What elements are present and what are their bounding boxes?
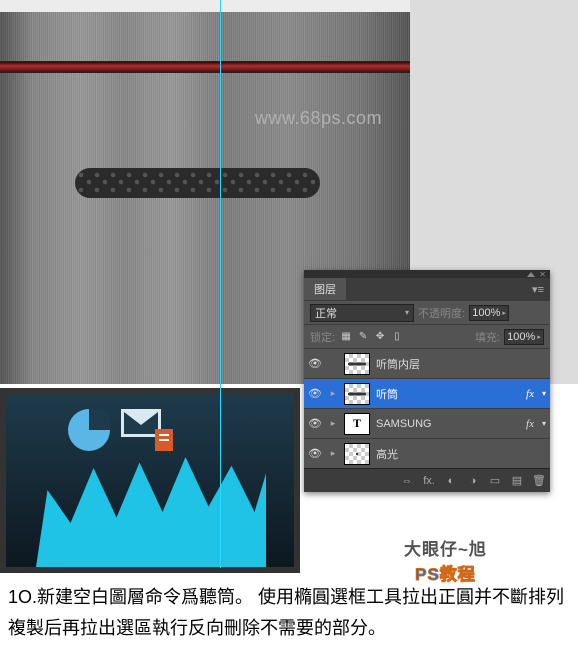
layer-name-label: 高光	[376, 446, 546, 462]
tab-layers-label: 图层	[314, 281, 336, 297]
expand-icon[interactable]: ▸	[328, 448, 338, 459]
layer-row-samsung[interactable]: 👁 ▸ T SAMSUNG fx ▾	[304, 408, 550, 438]
layer-thumbnail[interactable]	[344, 383, 370, 405]
fx-badge[interactable]: fx	[526, 418, 536, 430]
tutorial-step-text: 1O.新建空白圖層命令爲聽筒。 使用橢圓選框工具拉出正圓并不斷排列複製后再拉出選…	[8, 582, 570, 643]
chevron-down-icon: ▾	[405, 308, 409, 317]
chevron-down-icon[interactable]: ▾	[542, 389, 546, 398]
reference-photo	[0, 388, 300, 573]
fill-input[interactable]: 100% ▸	[504, 329, 544, 345]
layer-name-label: 听筒	[376, 386, 520, 402]
brand-line1: 大眼仔~旭	[404, 535, 487, 560]
visibility-icon[interactable]: 👁	[308, 387, 322, 400]
red-accent-bar	[0, 62, 410, 72]
fx-menu-icon[interactable]: fx.	[422, 475, 436, 487]
trash-icon[interactable]: 🗑	[532, 474, 546, 487]
link-icon[interactable]: ⇔	[400, 475, 414, 487]
step-body: 新建空白圖層命令爲聽筒。 使用橢圓選框工具拉出正圓并不斷排列複製后再拉出選區執行…	[8, 587, 564, 638]
expand-icon[interactable]: ▸	[328, 388, 338, 399]
visibility-icon[interactable]: 👁	[308, 417, 322, 430]
layer-list: 👁 听筒内层 👁 ▸ 听筒 fx ▾ 👁 ▸ T SAMSUNG fx ▾ 👁 …	[304, 348, 550, 468]
earpiece-shape	[75, 168, 320, 198]
layer-row-highlight[interactable]: 👁 ▸ 高光	[304, 438, 550, 468]
collapse-icon[interactable]	[527, 272, 535, 277]
lock-label: 锁定:	[310, 329, 335, 345]
lock-all-icon[interactable]: ▯	[390, 330, 404, 344]
vertical-guide[interactable]	[220, 0, 221, 568]
panel-menu-icon[interactable]: ▾≡	[526, 283, 550, 296]
fx-badge[interactable]: fx	[526, 388, 536, 400]
step-number: 1O.	[8, 587, 37, 607]
layer-name-label: 听筒内层	[376, 356, 546, 372]
close-icon[interactable]: ✕	[539, 270, 546, 279]
panel-titlebar[interactable]: ✕	[304, 270, 550, 278]
lock-position-icon[interactable]: ✥	[373, 330, 387, 344]
layer-row-inner[interactable]: 👁 听筒内层	[304, 348, 550, 378]
visibility-icon[interactable]: 👁	[308, 357, 322, 370]
layers-panel: ✕ 图层 ▾≡ 正常 ▾ 不透明度: 100% ▸ 锁定: ▦ ✎ ✥ ▯ 填充…	[304, 270, 550, 492]
blend-mode-select[interactable]: 正常 ▾	[310, 304, 414, 322]
fill-value: 100%	[507, 331, 535, 343]
layer-row-earpiece[interactable]: 👁 ▸ 听筒 fx ▾	[304, 378, 550, 408]
opacity-label: 不透明度:	[418, 305, 465, 321]
mask-icon[interactable]: ◐	[444, 475, 458, 487]
lock-pixels-icon[interactable]: ✎	[356, 330, 370, 344]
blend-mode-value: 正常	[315, 305, 337, 321]
layer-thumbnail[interactable]	[344, 443, 370, 465]
opacity-input[interactable]: 100% ▸	[469, 305, 509, 321]
clock-icon	[68, 409, 110, 451]
brand-line2: PS教程	[404, 560, 487, 585]
fill-label: 填充:	[475, 329, 500, 345]
chevron-down-icon[interactable]: ▾	[542, 419, 546, 428]
layer-thumbnail[interactable]	[344, 353, 370, 375]
tab-layers[interactable]: 图层	[304, 278, 346, 300]
blue-foreground-shape	[36, 457, 266, 567]
mail-icon	[121, 409, 169, 447]
folder-icon[interactable]: ▭	[488, 474, 502, 487]
panel-footer: ⇔ fx. ◐ ◑ ▭ ▤ 🗑	[304, 468, 550, 492]
type-layer-thumbnail[interactable]: T	[344, 413, 370, 435]
expand-icon[interactable]: ▸	[328, 418, 338, 429]
visibility-icon[interactable]: 👁	[308, 447, 322, 460]
brand-overlay: 大眼仔~旭 PS教程	[404, 535, 487, 585]
adjustment-icon[interactable]: ◑	[466, 475, 480, 487]
new-layer-icon[interactable]: ▤	[510, 474, 524, 487]
layer-name-label: SAMSUNG	[376, 418, 520, 430]
chevron-right-icon: ▸	[502, 309, 506, 317]
watermark-text: www.68ps.com	[255, 108, 382, 129]
top-strip	[0, 0, 410, 12]
chevron-right-icon: ▸	[537, 333, 541, 341]
lock-transparency-icon[interactable]: ▦	[339, 330, 353, 344]
opacity-value: 100%	[472, 307, 500, 319]
